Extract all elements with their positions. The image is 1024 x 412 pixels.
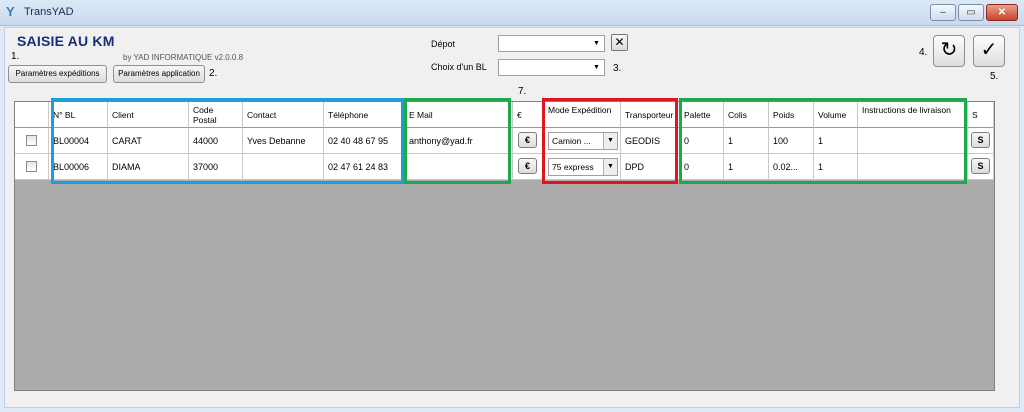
- close-button[interactable]: ✕: [986, 4, 1018, 21]
- highlight-email-group: [404, 98, 511, 184]
- refresh-icon: ↻: [940, 39, 958, 61]
- marker-3: 3.: [613, 63, 622, 74]
- maximize-button[interactable]: ▭: [958, 4, 984, 21]
- chevron-down-icon: ▼: [593, 64, 600, 71]
- row-checkbox[interactable]: [26, 161, 37, 172]
- chevron-down-icon: ▼: [593, 40, 600, 47]
- highlight-client-group: [51, 98, 404, 184]
- marker-1: 1.: [11, 51, 20, 62]
- s-button[interactable]: S: [971, 158, 990, 174]
- highlight-package-group: [679, 98, 967, 184]
- y-logo-icon: Y: [6, 4, 15, 19]
- header-s: S: [968, 102, 994, 128]
- version-label: by YAD INFORMATIQUE v2.0.0.8: [123, 53, 244, 62]
- marker-2: 2.: [209, 68, 218, 79]
- parametres-expeditions-button[interactable]: Paramètres expéditions: [8, 65, 107, 83]
- header-select: [15, 102, 49, 128]
- table-row-select: [15, 128, 49, 154]
- marker-4: 4.: [919, 47, 928, 58]
- clear-depot-button[interactable]: ✕: [611, 34, 628, 51]
- depot-select[interactable]: ▼: [498, 35, 605, 52]
- cell-euro: €: [513, 154, 544, 180]
- window-title: TransYAD: [24, 6, 74, 18]
- page-title: SAISIE AU KM: [17, 33, 115, 49]
- highlight-transport-group: [542, 98, 678, 184]
- s-button[interactable]: S: [971, 132, 990, 148]
- choix-bl-label: Choix d'un BL: [431, 62, 487, 72]
- table-row-select: [15, 154, 49, 180]
- cell-s: S: [968, 154, 994, 180]
- euro-button[interactable]: €: [518, 158, 537, 174]
- cell-euro: €: [513, 128, 544, 154]
- checkmark-icon: ✓: [980, 39, 998, 61]
- refresh-button[interactable]: ↻: [933, 35, 965, 67]
- euro-button[interactable]: €: [518, 132, 537, 148]
- cell-s: S: [968, 128, 994, 154]
- minimize-button[interactable]: –: [930, 4, 956, 21]
- marker-5: 5.: [990, 71, 999, 82]
- window-titlebar: Y TransYAD – ▭ ✕: [0, 0, 1024, 26]
- choix-bl-select[interactable]: ▼: [498, 59, 605, 76]
- marker-7: 7.: [518, 86, 527, 97]
- header-euro: €: [513, 102, 544, 128]
- depot-label: Dépot: [431, 39, 456, 49]
- validate-button[interactable]: ✓: [973, 35, 1005, 67]
- data-grid: N° BL Client Code Postal Contact Télépho…: [14, 98, 995, 391]
- row-checkbox[interactable]: [26, 135, 37, 146]
- main-panel: SAISIE AU KM by YAD INFORMATIQUE v2.0.0.…: [4, 27, 1020, 408]
- parametres-application-button[interactable]: Paramètres application: [113, 65, 205, 83]
